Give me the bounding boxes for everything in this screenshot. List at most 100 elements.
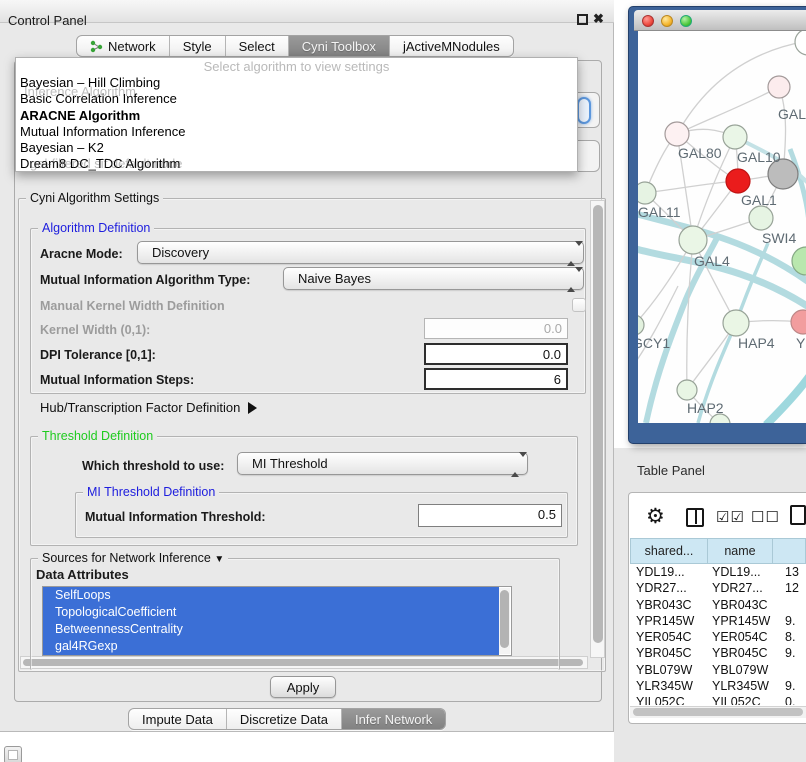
apply-button[interactable]: Apply [270, 676, 336, 698]
network-node[interactable] [749, 206, 773, 230]
table-row[interactable]: YBR045CYBR045C9. [630, 645, 806, 661]
tab-impute-data[interactable]: Impute Data [129, 709, 227, 729]
mi-threshold-field[interactable]: 0.5 [418, 504, 562, 527]
close-traffic-light[interactable] [642, 15, 654, 27]
attribute-item[interactable]: BetweennessCentrality [43, 621, 499, 638]
table-row[interactable]: YIL052CYIL052C0. [630, 694, 806, 705]
unchecked-boxes-icon[interactable]: ☐☐ [751, 508, 780, 526]
table-cell-name: YER054C [708, 629, 773, 645]
table-row[interactable]: YER054CYER054C8. [630, 629, 806, 645]
table-hscroll-thumb[interactable] [633, 708, 803, 716]
gear-icon[interactable]: ⚙ [646, 504, 665, 529]
table-cell-shared: YBR043C [630, 597, 708, 613]
table-row[interactable]: YDR27...YDR27...12 [630, 580, 806, 596]
table-cell-val: 12 [773, 580, 806, 596]
algorithm-option[interactable]: Mutual Information Inference [16, 124, 577, 140]
node-label: GAL11 [638, 204, 681, 220]
network-node[interactable] [791, 310, 806, 334]
network-node[interactable] [768, 76, 790, 98]
network-node[interactable] [638, 315, 644, 335]
network-edge[interactable] [645, 181, 738, 193]
network-node[interactable] [795, 31, 806, 55]
network-edge[interactable] [638, 211, 806, 289]
table-row[interactable]: YDL19...YDL19...13 [630, 564, 806, 580]
minimize-traffic-light[interactable] [661, 15, 673, 27]
column-header-shared[interactable]: shared... [630, 538, 708, 564]
panel-corner-icon[interactable] [4, 746, 22, 762]
column-layout-icon[interactable] [686, 508, 704, 527]
zoom-traffic-light[interactable] [680, 15, 692, 27]
table-cell-shared: YIL052C [630, 694, 708, 705]
manual-kernel-checkbox[interactable] [572, 298, 586, 312]
mi-threshold-label: Mutual Information Threshold: [85, 510, 266, 524]
new-table-icon[interactable] [790, 505, 806, 525]
table-cell-name: YDL19... [708, 564, 773, 580]
aracne-mode-label: Aracne Mode: [40, 247, 123, 261]
node-label: HAP4 [738, 335, 775, 351]
settings-vertical-scrollbar[interactable] [590, 200, 605, 658]
tab-jactivemnodules[interactable]: jActiveMNodules [390, 36, 513, 56]
ghost-network-name-label: gal-filtered sif default node [30, 156, 182, 171]
tab-network[interactable]: Network [77, 36, 170, 56]
network-node[interactable] [679, 226, 707, 254]
tab-infer-network[interactable]: Infer Network [342, 709, 445, 729]
network-node[interactable] [726, 169, 750, 193]
cyni-settings-legend: Cyni Algorithm Settings [26, 191, 163, 205]
network-canvas[interactable]: GAL2GAL80GAL10GAL1GAL11SWI4GAL4GCY1HAP4Y… [638, 31, 806, 423]
aracne-mode-select[interactable]: Discovery [137, 241, 584, 264]
table-cell-val: 0. [773, 694, 806, 705]
network-node[interactable] [723, 310, 749, 336]
network-window-titlebar[interactable] [634, 10, 806, 31]
expand-arrow-icon [248, 402, 257, 414]
node-label: GAL2 [778, 106, 806, 122]
threshold-definition-legend: Threshold Definition [38, 429, 157, 443]
table-cell-name: YIL052C [708, 694, 773, 705]
which-threshold-select[interactable]: MI Threshold [237, 452, 528, 475]
network-edge[interactable] [766, 361, 806, 423]
tab-cyni-toolbox[interactable]: Cyni Toolbox [289, 36, 390, 56]
kernel-width-field[interactable]: 0.0 [424, 318, 568, 339]
data-attributes-list[interactable]: SelfLoopsTopologicalCoefficientBetweenne… [42, 586, 512, 656]
table-header-row: shared... name [630, 538, 806, 564]
which-threshold-value: MI Threshold [252, 456, 328, 471]
aracne-mode-value: Discovery [152, 245, 209, 260]
table-row[interactable]: YLR345WYLR345W9. [630, 678, 806, 694]
tab-discretize-data[interactable]: Discretize Data [227, 709, 342, 729]
network-icon [90, 40, 103, 53]
control-panel-tabbar: Network Style Select Cyni Toolbox jActiv… [76, 35, 514, 57]
tab-select[interactable]: Select [226, 36, 289, 56]
collapse-arrow-icon[interactable]: ▼ [214, 554, 224, 565]
attributes-scrollbar[interactable] [499, 588, 510, 654]
table-cell-shared: YPR145W [630, 613, 708, 629]
node-label: SWI4 [762, 230, 796, 246]
attribute-item[interactable]: TopologicalCoefficient [43, 604, 499, 621]
close-icon[interactable]: ✖ [593, 11, 604, 27]
settings-vscroll-thumb[interactable] [593, 205, 603, 643]
column-header-name[interactable]: name [708, 538, 773, 564]
table-row[interactable]: YPR145WYPR145W9. [630, 613, 806, 629]
network-node[interactable] [638, 182, 656, 204]
checked-boxes-icon[interactable]: ☑☑ [716, 508, 745, 526]
float-window-icon[interactable] [577, 14, 588, 25]
tab-style[interactable]: Style [170, 36, 226, 56]
table-row[interactable]: YBR043CYBR043C [630, 597, 806, 613]
table-cell-val [773, 597, 806, 613]
dpi-tolerance-field[interactable]: 0.0 [424, 343, 568, 365]
algorithm-option[interactable]: Bayesian – K2 [16, 140, 577, 156]
attribute-item[interactable]: gal4RGexp [43, 638, 499, 655]
network-node[interactable] [665, 122, 689, 146]
column-header-third[interactable] [773, 538, 806, 564]
mi-type-select[interactable]: Naive Bayes [283, 267, 584, 290]
network-node[interactable] [723, 125, 747, 149]
attribute-item[interactable]: SelfLoops [43, 587, 499, 604]
algorithm-option[interactable]: ARACNE Algorithm [16, 108, 577, 124]
hub-definition-toggle[interactable]: Hub/Transcription Factor Definition [40, 400, 257, 415]
network-node[interactable] [677, 380, 697, 400]
table-row[interactable]: YBL079WYBL079W [630, 662, 806, 678]
table-cell-shared: YBL079W [630, 662, 708, 678]
node-label: GAL4 [694, 253, 730, 269]
table-cell-val: 9. [773, 645, 806, 661]
mi-steps-field[interactable]: 6 [424, 368, 568, 390]
attributes-scroll-thumb[interactable] [500, 590, 509, 648]
mi-type-label: Mutual Information Algorithm Type: [40, 273, 250, 287]
